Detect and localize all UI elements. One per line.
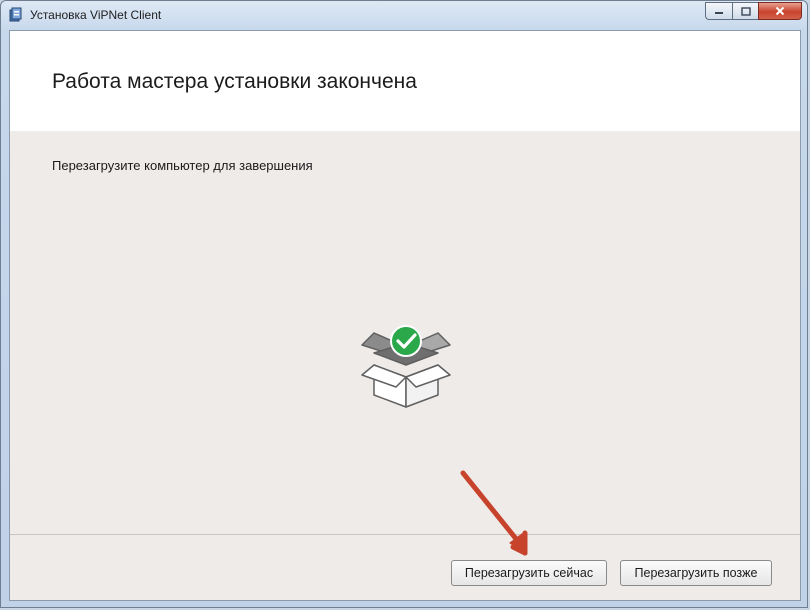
page-title: Работа мастера установки закончена xyxy=(52,70,417,93)
close-button[interactable] xyxy=(758,2,802,20)
maximize-icon xyxy=(740,6,751,16)
window-title: Установка ViPNet Client xyxy=(30,8,162,22)
footer-divider xyxy=(10,534,800,535)
title-bar[interactable]: Установка ViPNet Client xyxy=(1,1,807,30)
header-band: Работа мастера установки закончена xyxy=(10,31,800,131)
minimize-button[interactable] xyxy=(705,2,732,20)
minimize-icon xyxy=(715,12,723,14)
wizard-content: Работа мастера установки закончена Перез… xyxy=(9,30,801,601)
installer-window: Установка ViPNet Client Работа мастера у… xyxy=(0,0,808,608)
open-box-with-checkmark-icon xyxy=(358,325,454,411)
restart-now-button[interactable]: Перезагрузить сейчас xyxy=(451,560,607,586)
caption-buttons xyxy=(705,2,802,20)
close-icon xyxy=(775,6,785,16)
restart-message: Перезагрузите компьютер для завершения xyxy=(52,158,313,173)
restart-later-button[interactable]: Перезагрузить позже xyxy=(620,560,772,586)
maximize-button[interactable] xyxy=(732,2,758,20)
installer-icon xyxy=(8,7,24,23)
